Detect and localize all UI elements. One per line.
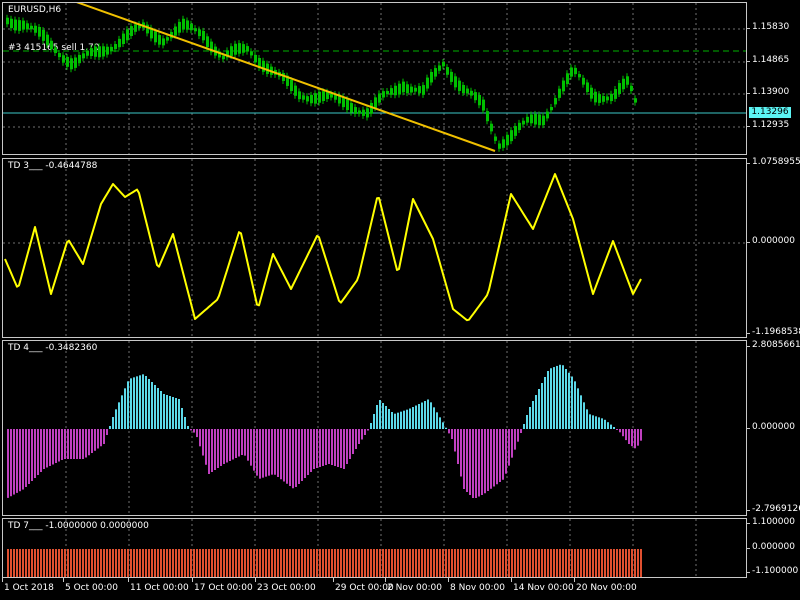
td7-scale-max: 1.100000 <box>752 517 795 527</box>
price-scale-2: 1.14865 <box>752 55 790 65</box>
time-label: 23 Oct 00:00 <box>257 583 316 593</box>
td3-scale-min: -1.1968538 <box>752 327 800 337</box>
time-label: 14 Nov 00:00 <box>513 583 574 593</box>
time-label: 1 Oct 2018 <box>4 583 54 593</box>
time-label: 8 Nov 00:00 <box>450 583 505 593</box>
td4-scale-min: -2.7969126 <box>752 504 800 514</box>
td4-scale-zero: 0.000000 <box>752 422 795 432</box>
td3-scale-zero: 0.000000 <box>752 236 795 246</box>
time-label: 17 Oct 00:00 <box>194 583 253 593</box>
td3-scale-max: 1.0758955 <box>752 157 800 167</box>
td7-indicator-pane[interactable]: TD 7___ -1.0000000 0.0000000 <box>2 518 747 578</box>
current-price-tag: 1.13296 <box>749 107 791 118</box>
price-scale-1: 1.15830 <box>752 22 790 32</box>
price-scale-4: 1.12935 <box>752 120 790 130</box>
price-chart-canvas <box>3 3 746 154</box>
td3-indicator-pane[interactable]: TD 3___ -0.4644788 <box>2 158 747 338</box>
price-chart-pane[interactable]: EURUSD,H6 #3 415165 sell 1.70 <box>2 2 747 155</box>
td7-scale-zero: 0.000000 <box>752 542 795 552</box>
time-label: 5 Oct 00:00 <box>65 583 118 593</box>
time-label: 29 Oct 00:00 <box>335 583 394 593</box>
td4-indicator-pane[interactable]: TD 4___ -0.3482360 <box>2 340 747 516</box>
time-label: 2 Nov 00:00 <box>387 583 442 593</box>
time-label: 20 Nov 00:00 <box>576 583 637 593</box>
td7-canvas <box>7 519 697 577</box>
td4-scale-max: 2.8085661 <box>752 340 800 350</box>
price-scale-3: 1.13900 <box>752 87 790 97</box>
td3-canvas <box>3 159 746 337</box>
td4-canvas <box>7 341 697 515</box>
td7-scale-min: -1.100000 <box>752 566 799 576</box>
time-label: 11 Oct 00:00 <box>130 583 189 593</box>
